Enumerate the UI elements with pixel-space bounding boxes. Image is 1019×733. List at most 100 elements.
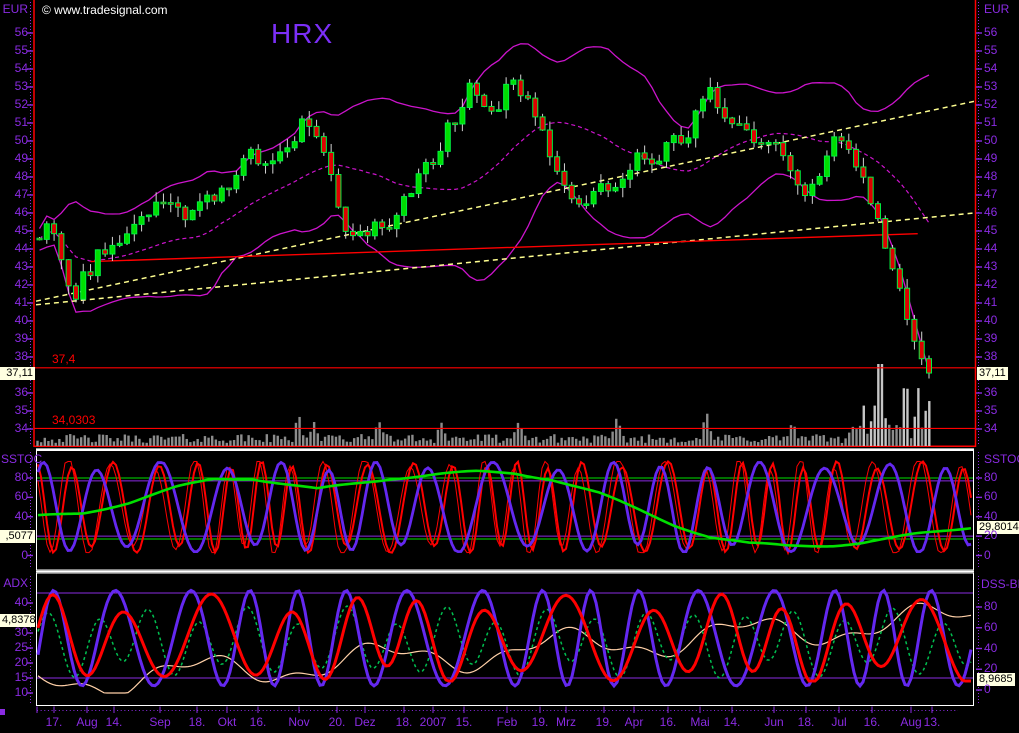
price-tick-label-right: 53 — [984, 80, 997, 93]
date-label: 15. — [456, 716, 473, 729]
date-label: 20. — [329, 716, 346, 729]
price-tick-label-right: 56 — [984, 26, 997, 39]
last-price-box-right: 37,11 — [977, 367, 1008, 380]
date-label: Nov — [288, 716, 309, 729]
price-tick-label-right: 45 — [984, 224, 997, 237]
price-tick-label-right: 55 — [984, 44, 997, 57]
price-tick-label-right: 50 — [984, 134, 997, 147]
sstoc-value-box-left: ,5077 — [0, 530, 35, 543]
price-tick-label-right: 35 — [984, 404, 997, 417]
price-tick-label-left: 49 — [1, 152, 28, 165]
sstoc-label-left: SSTOC — [1, 453, 28, 466]
date-label: 18. — [396, 716, 413, 729]
price-tick-label-right: 49 — [984, 152, 997, 165]
date-label: Dez — [354, 716, 375, 729]
sstoc-tick-label-left: 0 — [1, 549, 28, 562]
chart-window: © www.tradesignal.com HRX EUR EUR SSTOC … — [0, 0, 1019, 733]
dss-tick-label-right: 40 — [984, 642, 997, 655]
price-tick-label-left: 45 — [1, 224, 28, 237]
price-tick-label-left: 34 — [1, 422, 28, 435]
price-tick-label-left: 52 — [1, 98, 28, 111]
sstoc-tick-label-right: 20 — [984, 529, 997, 542]
symbol-title: HRX — [271, 20, 333, 48]
date-label: Aug — [900, 716, 921, 729]
adx-tick-label-left: 20 — [1, 656, 28, 669]
date-label: Aug — [76, 716, 97, 729]
currency-label-left: EUR — [1, 3, 28, 16]
date-label: Jul — [831, 716, 846, 729]
price-tick-label-left: 53 — [1, 80, 28, 93]
dss-tick-label-right: 80 — [984, 600, 997, 613]
price-tick-label-right: 34 — [984, 422, 997, 435]
date-label: 14. — [106, 716, 123, 729]
adx-tick-label-left: 10 — [1, 686, 28, 699]
last-price-box-left: 37,11 — [0, 367, 35, 380]
price-tick-label-left: 36 — [1, 386, 28, 399]
date-label: 18. — [798, 716, 815, 729]
price-tick-label-left: 46 — [1, 206, 28, 219]
date-label: 16. — [864, 716, 881, 729]
price-tick-label-left: 54 — [1, 62, 28, 75]
date-label: Okt — [218, 716, 237, 729]
date-label: Apr — [625, 716, 644, 729]
date-label: Mrz — [556, 716, 576, 729]
sstoc-tick-label-right: 40 — [984, 510, 997, 523]
price-tick-label-left: 42 — [1, 278, 28, 291]
sstoc-tick-label-left: 40 — [1, 510, 28, 523]
price-tick-label-left: 41 — [1, 296, 28, 309]
price-tick-label-right: 54 — [984, 62, 997, 75]
dss-tick-label-right: 60 — [984, 621, 997, 634]
price-tick-label-left: 35 — [1, 404, 28, 417]
sstoc-label-right: SSTOC — [984, 453, 1019, 466]
price-tick-label-right: 43 — [984, 260, 997, 273]
price-tick-label-right: 36 — [984, 386, 997, 399]
adx-tick-label-left: 25 — [1, 641, 28, 654]
adx-tick-label-left: 15 — [1, 671, 28, 684]
adx-label-left: ADX — [1, 577, 28, 590]
price-tick-label-right: 38 — [984, 350, 997, 363]
price-tick-label-left: 40 — [1, 314, 28, 327]
price-tick-label-left: 48 — [1, 170, 28, 183]
price-tick-label-left: 50 — [1, 134, 28, 147]
price-tick-label-right: 48 — [984, 170, 997, 183]
date-label: Sep — [149, 716, 170, 729]
sstoc-tick-label-left: 60 — [1, 490, 28, 503]
price-tick-label-right: 47 — [984, 188, 997, 201]
price-tick-label-left: 47 — [1, 188, 28, 201]
adx-tick-label-left: 30 — [1, 626, 28, 639]
date-label: Jun — [764, 716, 783, 729]
price-tick-label-left: 56 — [1, 26, 28, 39]
sstoc-tick-label-right: 80 — [984, 471, 997, 484]
price-tick-label-right: 51 — [984, 116, 997, 129]
copyright-label: © www.tradesignal.com — [42, 4, 168, 17]
date-label: 14. — [724, 716, 741, 729]
sstoc-tick-label-right: 60 — [984, 490, 997, 503]
date-label: 13. — [924, 716, 941, 729]
price-tick-label-left: 43 — [1, 260, 28, 273]
date-label: 16. — [660, 716, 677, 729]
date-label: 18. — [189, 716, 206, 729]
date-label: 17. — [46, 716, 63, 729]
hline-label-340303: 34,0303 — [52, 414, 95, 427]
price-tick-label-left: 38 — [1, 350, 28, 363]
date-label: 19. — [532, 716, 549, 729]
adx-tick-label-left: 40 — [1, 596, 28, 609]
dss-tick-label-right: 20 — [984, 662, 997, 675]
dss-label-right: DSS-BLA — [981, 578, 1019, 591]
currency-label-right: EUR — [984, 3, 1009, 16]
date-label: 2007 — [420, 716, 447, 729]
hline-label-374: 37,4 — [52, 353, 75, 366]
chart-canvas[interactable] — [0, 0, 1019, 733]
price-tick-label-right: 46 — [984, 206, 997, 219]
price-tick-label-right: 40 — [984, 314, 997, 327]
date-label: 16. — [250, 716, 267, 729]
price-tick-label-right: 39 — [984, 332, 997, 345]
date-label: Mai — [690, 716, 709, 729]
price-tick-label-right: 52 — [984, 98, 997, 111]
price-tick-label-left: 51 — [1, 116, 28, 129]
date-label: 19. — [596, 716, 613, 729]
sstoc-tick-label-left: 80 — [1, 471, 28, 484]
price-tick-label-right: 44 — [984, 242, 997, 255]
date-label: Feb — [497, 716, 518, 729]
sstoc-tick-label-right: 0 — [984, 549, 991, 562]
